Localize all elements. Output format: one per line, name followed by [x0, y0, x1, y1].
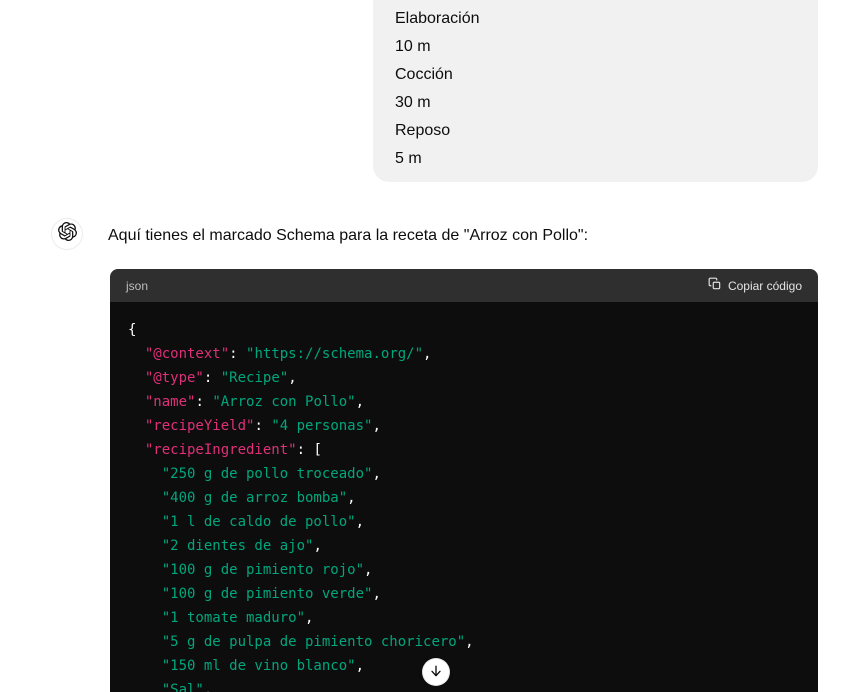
code-line: "100 g de pimiento rojo", — [161, 562, 373, 578]
code-line: "150 ml de vino blanco", — [161, 658, 365, 674]
code-language-label: json — [126, 278, 149, 293]
code-line: { — [128, 322, 137, 338]
arrow-down-icon — [428, 663, 444, 682]
copy-icon — [708, 277, 722, 294]
code-line: "Sal", — [161, 682, 213, 692]
code-line: "1 l de caldo de pollo", — [161, 514, 365, 530]
code-line: "recipeIngredient": [ — [144, 442, 322, 458]
copy-code-label: Copiar código — [727, 278, 802, 293]
code-line: "@context": "https://schema.org/", — [144, 346, 432, 362]
code-line: "2 dientes de ajo", — [161, 538, 322, 554]
code-line: "400 g de arroz bomba", — [161, 490, 356, 506]
openai-logo-icon — [57, 222, 77, 246]
code-block-header: json Copiar código — [110, 269, 818, 302]
user-message-line: Cocción — [395, 66, 453, 83]
user-message-line: Reposo — [395, 122, 451, 139]
avatar — [51, 218, 83, 250]
copy-code-button[interactable]: Copiar código — [708, 277, 802, 294]
user-message-line: Elaboración — [395, 10, 480, 27]
assistant-message-text: Aquí tienes el marcado Schema para la re… — [108, 227, 589, 244]
chat-view: Elaboración 10 m Cocción 30 m Reposo 5 m Aquí… — [0, 0, 850, 692]
user-message-line: 5 m — [395, 150, 422, 167]
code-line: "@type": "Recipe", — [144, 370, 297, 386]
user-message-bubble: Elaboración 10 m Cocción 30 m Reposo 5 m — [373, 0, 818, 182]
code-line: "100 g de pimiento verde", — [161, 586, 381, 602]
code-line: "recipeYield": "4 personas", — [144, 418, 381, 434]
code-content: { "@context": "https://schema.org/", "@t… — [110, 302, 818, 692]
code-line: "1 tomate maduro", — [161, 610, 314, 626]
code-line: "5 g de pulpa de pimiento choricero", — [161, 634, 474, 650]
code-block: json Copiar código { "@context": "https:… — [110, 269, 818, 692]
code-line: "250 g de pollo troceado", — [161, 466, 381, 482]
user-message-line: 10 m — [395, 38, 431, 55]
user-message-line: 30 m — [395, 94, 431, 111]
code-line: "name": "Arroz con Pollo", — [144, 394, 365, 410]
scroll-to-bottom-button[interactable] — [422, 658, 450, 686]
